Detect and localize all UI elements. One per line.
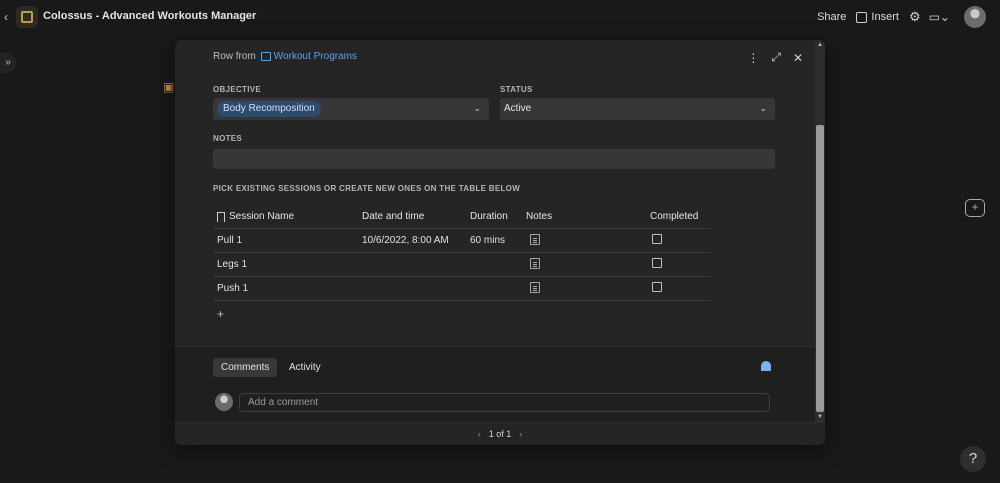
row-source: Row from Workout Programs xyxy=(213,51,357,62)
scroll-down-icon[interactable]: ▼ xyxy=(817,414,823,420)
scrollbar-thumb[interactable] xyxy=(816,125,824,412)
pager: ‹ 1 of 1 › xyxy=(175,422,825,445)
insert-label: Insert xyxy=(871,11,899,23)
share-button[interactable]: Share xyxy=(817,11,846,23)
objective-label: OBJECTIVE xyxy=(213,85,262,94)
completed-checkbox[interactable] xyxy=(652,282,662,292)
page-indicator: 1 of 1 xyxy=(488,429,512,439)
table-header: Session Name Date and time Duration Note… xyxy=(213,205,710,229)
insert-button[interactable]: Insert xyxy=(856,11,899,23)
notes-icon[interactable] xyxy=(530,257,540,269)
table-row[interactable]: Legs 1 xyxy=(213,253,710,277)
app-logo-icon[interactable] xyxy=(16,6,38,28)
table-icon xyxy=(260,52,271,61)
row-from-label: Row from xyxy=(213,51,256,62)
modal-scrollbar[interactable]: ▲ ▼ xyxy=(815,40,825,422)
col-date-time[interactable]: Date and time xyxy=(362,211,470,222)
col-notes[interactable]: Notes xyxy=(526,211,650,222)
scroll-up-icon[interactable]: ▲ xyxy=(817,42,823,48)
close-icon[interactable]: ✕ xyxy=(793,51,803,65)
session-name-cell[interactable]: Push 1 xyxy=(213,283,362,294)
session-name-cell[interactable]: Pull 1 xyxy=(213,235,362,246)
completed-cell[interactable] xyxy=(650,282,710,295)
sessions-table: Session Name Date and time Duration Note… xyxy=(213,205,710,301)
col-session-name[interactable]: Session Name xyxy=(213,211,362,222)
sessions-instructions: PICK EXISTING SESSIONS OR CREATE NEW ONE… xyxy=(213,184,521,193)
expand-sidebar-icon[interactable]: » xyxy=(0,53,16,73)
add-comment-icon[interactable]: + xyxy=(965,199,985,217)
doc-title[interactable]: Colossus - Advanced Workouts Manager xyxy=(43,10,256,22)
status-select[interactable]: Active ⌄ xyxy=(500,98,775,120)
avatar xyxy=(215,393,233,411)
notes-icon[interactable] xyxy=(530,233,540,245)
completed-cell[interactable] xyxy=(650,234,710,247)
status-value: Active xyxy=(504,103,532,114)
expand-icon[interactable]: ⤢ xyxy=(771,50,781,65)
prev-page-icon[interactable]: ‹ xyxy=(478,429,481,439)
top-bar: ‹ Colossus - Advanced Workouts Manager S… xyxy=(0,0,1000,34)
col-completed[interactable]: Completed xyxy=(650,211,710,222)
objective-select[interactable]: Body Recomposition ⌄ xyxy=(213,98,489,120)
completed-checkbox[interactable] xyxy=(652,234,662,244)
comments-section: Comments Activity Add a comment xyxy=(175,346,815,422)
notes-label: NOTES xyxy=(213,134,243,143)
objective-tag: Body Recomposition xyxy=(217,101,321,117)
notification-bell-icon[interactable] xyxy=(760,361,772,373)
page-icon: ▣ xyxy=(163,80,175,94)
topbar-actions: Share Insert ⚙ ▭⌄ xyxy=(817,6,1000,28)
back-icon[interactable]: ‹ xyxy=(4,10,8,24)
user-avatar[interactable] xyxy=(964,6,986,28)
notes-cell[interactable] xyxy=(526,257,650,272)
duration-cell[interactable]: 60 mins xyxy=(470,235,526,246)
tab-activity[interactable]: Activity xyxy=(281,358,329,377)
notes-icon[interactable] xyxy=(530,281,540,293)
table-row[interactable]: Pull 1 10/6/2022, 8:00 AM 60 mins xyxy=(213,229,710,253)
source-table-link[interactable]: Workout Programs xyxy=(274,51,357,62)
status-label: STATUS xyxy=(500,85,533,94)
modal-actions: ⋮ ⤢ ✕ xyxy=(735,50,803,65)
completed-cell[interactable] xyxy=(650,258,710,271)
table-row[interactable]: Push 1 xyxy=(213,277,710,301)
gear-icon[interactable]: ⚙ xyxy=(909,9,921,25)
notes-cell[interactable] xyxy=(526,233,650,248)
session-name-cell[interactable]: Legs 1 xyxy=(213,259,362,270)
chevron-down-icon: ⌄ xyxy=(473,103,481,113)
col-duration[interactable]: Duration xyxy=(470,211,526,222)
next-page-icon[interactable]: › xyxy=(519,429,522,439)
datetime-cell[interactable]: 10/6/2022, 8:00 AM xyxy=(362,235,470,246)
help-button[interactable]: ? xyxy=(960,446,986,472)
chevron-down-icon: ⌄ xyxy=(759,103,767,113)
more-options-icon[interactable]: ⋮ xyxy=(747,51,759,65)
comment-input[interactable]: Add a comment xyxy=(239,393,770,412)
insert-icon xyxy=(856,11,868,23)
doc-settings-icon[interactable]: ▭⌄ xyxy=(929,10,950,24)
add-row-button[interactable]: + xyxy=(217,307,224,321)
completed-checkbox[interactable] xyxy=(652,258,662,268)
notes-cell[interactable] xyxy=(526,281,650,296)
bookmark-icon xyxy=(217,211,225,222)
col-session-name-label: Session Name xyxy=(229,211,295,222)
row-detail-modal: Row from Workout Programs ⋮ ⤢ ✕ OBJECTIV… xyxy=(175,40,825,445)
notes-field[interactable] xyxy=(213,149,775,169)
tab-comments[interactable]: Comments xyxy=(213,358,278,377)
